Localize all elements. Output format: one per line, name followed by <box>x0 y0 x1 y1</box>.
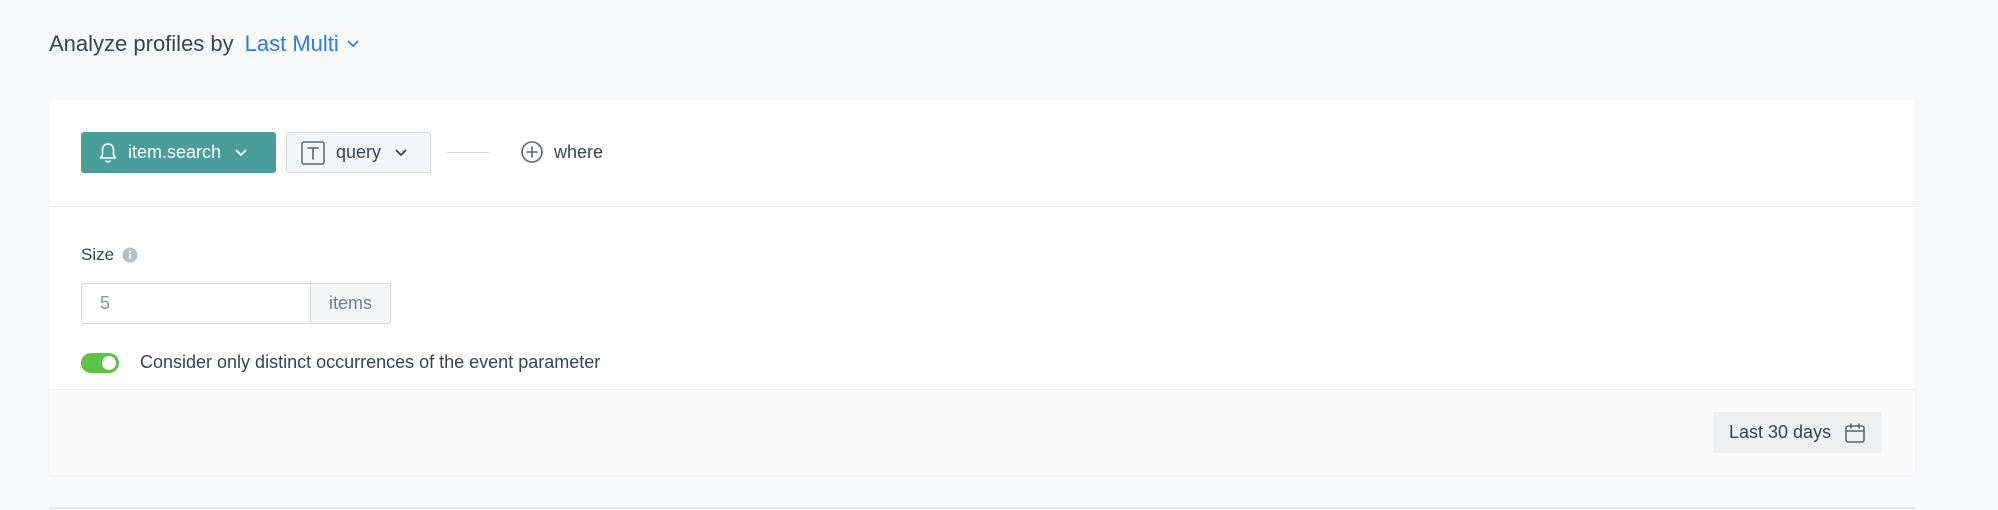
filter-row: item.search query where <box>49 100 1915 207</box>
page-title: Analyze profiles by <box>49 31 234 56</box>
add-where-label: where <box>554 141 604 162</box>
bell-icon <box>99 142 117 163</box>
event-selector-button[interactable]: item.search <box>81 132 276 173</box>
info-icon[interactable] <box>122 247 138 263</box>
event-selector-label: item.search <box>128 142 222 162</box>
distinct-occurrences-row: Consider only distinct occurrences of th… <box>81 352 600 373</box>
calendar-icon <box>1845 422 1865 443</box>
date-range-label: Last 30 days <box>1729 422 1832 442</box>
connector-line <box>447 152 489 153</box>
toggle-knob <box>102 355 116 370</box>
size-unit-addon: items <box>311 283 391 324</box>
page-header: Analyze profiles by Last Multi <box>49 28 359 60</box>
plus-circle-icon <box>521 141 543 163</box>
text-type-icon <box>301 140 325 165</box>
size-field-label: Size <box>81 245 138 265</box>
add-where-button[interactable]: where <box>520 140 603 164</box>
chevron-down-icon <box>235 149 247 156</box>
analysis-card: item.search query where Size 5 items Con… <box>49 100 1915 475</box>
divider <box>49 507 1915 509</box>
analyze-by-selector-label: Last Multi <box>244 31 339 56</box>
analyze-by-selector[interactable]: Last Multi <box>245 31 359 57</box>
distinct-occurrences-toggle[interactable] <box>81 352 119 373</box>
chevron-down-icon <box>395 149 407 156</box>
date-range-button[interactable]: Last 30 days <box>1713 412 1882 453</box>
size-input[interactable] <box>81 283 311 324</box>
parameter-selector-button[interactable]: query <box>286 132 431 173</box>
size-label-text: Size <box>81 245 115 264</box>
size-input-group: items <box>81 283 391 324</box>
card-footer: Last 30 days <box>49 389 1915 475</box>
distinct-occurrences-label: Consider only distinct occurrences of th… <box>140 352 601 372</box>
parameter-selector-label: query <box>336 142 382 162</box>
chevron-down-icon <box>347 40 359 47</box>
